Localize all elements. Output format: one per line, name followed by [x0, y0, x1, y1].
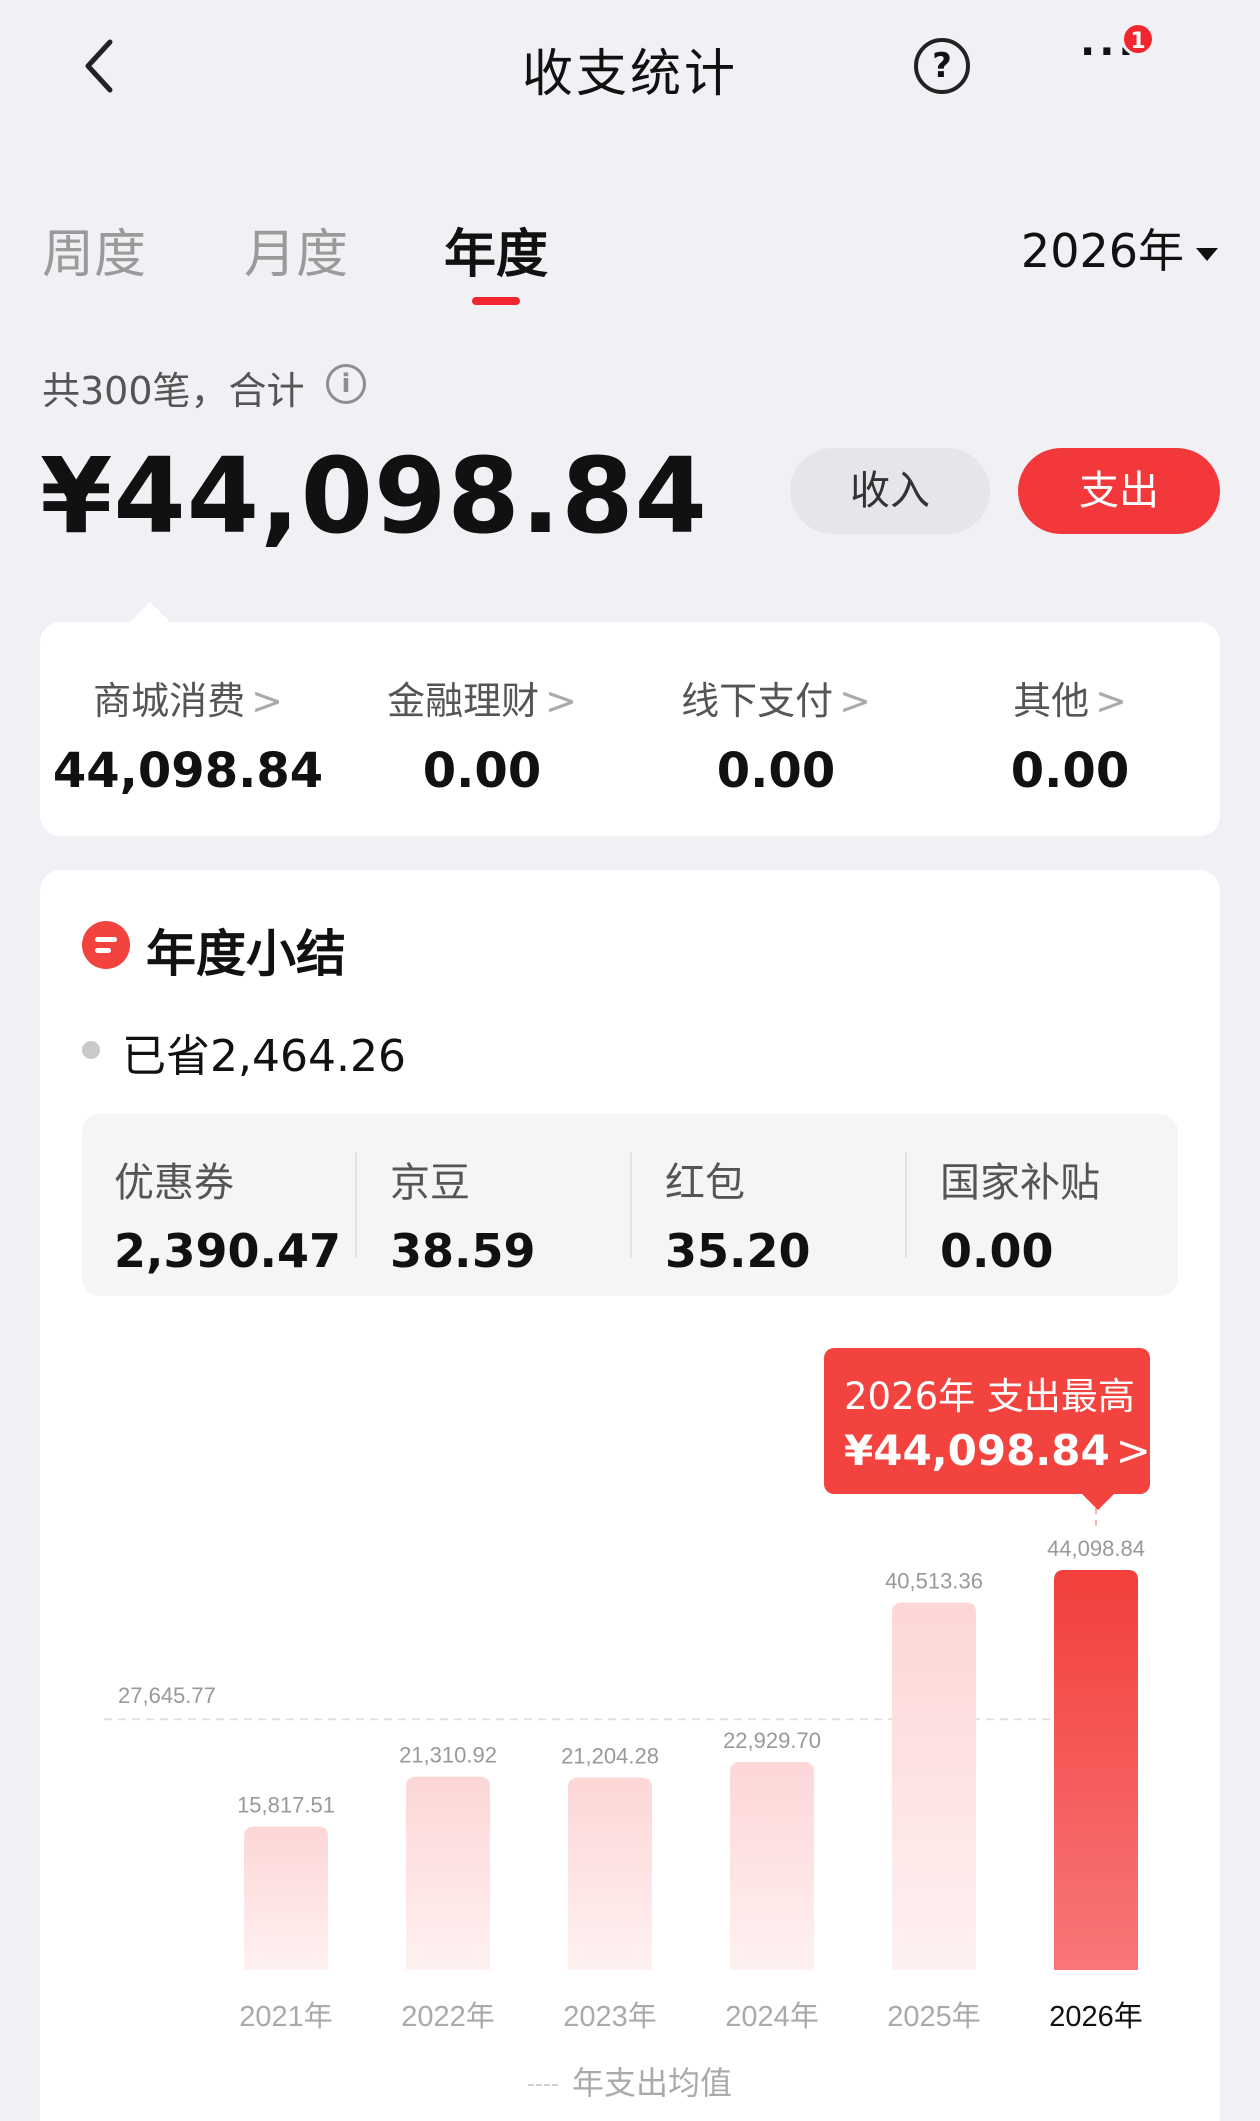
- chevron-right-icon: >: [545, 679, 577, 723]
- category-value: 44,098.84: [52, 743, 324, 799]
- notification-badge: 1: [1121, 22, 1155, 56]
- page-title: 收支统计: [521, 45, 738, 104]
- discount-red-packet: 红包 35.20: [665, 1150, 811, 1278]
- transaction-count-label: 共300笔，合计: [42, 369, 305, 413]
- discount-label: 红包: [665, 1160, 745, 1206]
- chevron-right-icon: >: [839, 679, 871, 723]
- bar-value-label: 21,310.92: [399, 1743, 497, 1768]
- category-finance[interactable]: 金融理财 > 0.00: [342, 670, 622, 799]
- category-label: 金融理财: [387, 679, 540, 723]
- discount-value: 0.00: [940, 1224, 1054, 1278]
- chevron-right-icon: >: [251, 679, 283, 723]
- summary-icon: [82, 921, 130, 969]
- average-label: 27,645.77: [118, 1683, 216, 1708]
- bar-value-label: 21,204.28: [561, 1744, 659, 1769]
- category-value: 0.00: [716, 743, 836, 799]
- bar: [406, 1776, 490, 1970]
- tooltip-pointer: [1082, 1494, 1114, 1510]
- tab-yearly[interactable]: 年度: [444, 212, 548, 287]
- bar: [244, 1826, 328, 1970]
- bar: [730, 1762, 814, 1970]
- x-tick-label: 2025年: [887, 2000, 981, 2033]
- chevron-right-icon: >: [1095, 679, 1127, 723]
- caret-down-icon: [1196, 248, 1218, 261]
- divider: [630, 1152, 632, 1258]
- divider: [355, 1152, 357, 1258]
- discount-label: 国家补贴: [940, 1160, 1100, 1206]
- discount-value: 2,390.47: [114, 1224, 341, 1278]
- x-tick-label: 2023年: [563, 2000, 657, 2033]
- bar-value-label: 44,098.84: [1047, 1536, 1145, 1561]
- bar-value-label: 22,929.70: [723, 1728, 821, 1753]
- income-toggle-button[interactable]: 收入: [790, 448, 990, 534]
- bar: [892, 1602, 976, 1970]
- discount-jingdou: 京豆 38.59: [390, 1150, 536, 1278]
- x-tick-label: 2026年: [1049, 2000, 1143, 2033]
- tab-monthly[interactable]: 月度: [244, 212, 348, 287]
- card-pointer: [128, 602, 172, 624]
- x-tick-label: 2022年: [401, 2000, 495, 2033]
- category-label: 线下支付: [681, 679, 834, 723]
- bar-value-label: 40,513.36: [885, 1569, 983, 1594]
- category-label: 商城消费: [93, 679, 246, 723]
- x-tick-label: 2021年: [239, 2000, 333, 2033]
- bar: [568, 1777, 652, 1970]
- legend-label: 年支出均值: [571, 2064, 732, 2102]
- help-icon[interactable]: ?: [914, 38, 970, 94]
- discount-value: 35.20: [665, 1224, 811, 1278]
- tab-weekly[interactable]: 周度: [42, 212, 146, 287]
- category-other[interactable]: 其他 > 0.00: [930, 670, 1210, 799]
- discount-label: 京豆: [390, 1160, 470, 1206]
- info-icon[interactable]: i: [326, 364, 366, 404]
- x-tick-label: 2024年: [725, 2000, 819, 2033]
- category-offline-payment[interactable]: 线下支付 > 0.00: [636, 670, 916, 799]
- category-label: 其他: [1013, 679, 1090, 723]
- tooltip-value: ¥44,098.84: [844, 1426, 1110, 1475]
- discount-label: 优惠券: [114, 1160, 234, 1206]
- discount-value: 38.59: [390, 1224, 536, 1278]
- discount-subsidy: 国家补贴 0.00: [940, 1150, 1100, 1278]
- max-expense-tooltip[interactable]: 2026年 支出最高 ¥44,098.84 >: [824, 1348, 1151, 1494]
- discount-coupon: 优惠券 2,390.47: [114, 1150, 341, 1278]
- tooltip-title: 2026年 支出最高: [844, 1375, 1135, 1418]
- divider: [905, 1152, 907, 1258]
- category-mall[interactable]: 商城消费 > 44,098.84: [48, 670, 328, 799]
- year-selector[interactable]: 2026年: [1021, 215, 1218, 281]
- category-value: 0.00: [1010, 743, 1130, 799]
- active-tab-indicator: [472, 297, 520, 305]
- chevron-right-icon: >: [1115, 1426, 1151, 1475]
- bar-value-label: 15,817.51: [237, 1793, 335, 1818]
- year-selector-label: 2026年: [1020, 224, 1184, 278]
- section-title: 年度小结: [146, 925, 346, 983]
- saved-amount: 已省2,464.26: [122, 1031, 406, 1082]
- chart-legend: 年支出均值: [0, 2058, 1260, 2104]
- bar: [1054, 1570, 1138, 1970]
- dashed-line-icon: [527, 2084, 558, 2086]
- bullet-dot: [82, 1041, 100, 1059]
- category-value: 0.00: [422, 743, 542, 799]
- expense-toggle-button[interactable]: 支出: [1018, 448, 1220, 534]
- total-amount: ¥44,098.84: [40, 435, 708, 557]
